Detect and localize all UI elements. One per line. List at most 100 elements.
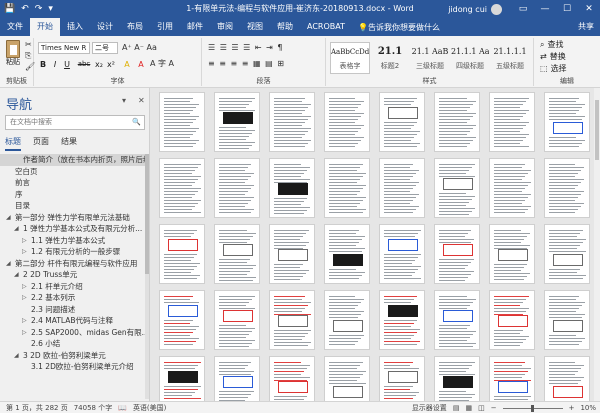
style-tile-table-text[interactable]: AaBbCcDdI 表格字: [330, 42, 370, 74]
expanded-triangle-icon[interactable]: ◢: [6, 258, 11, 270]
outline-item[interactable]: ◢ 2 2D Truss单元: [0, 269, 146, 281]
paste-button[interactable]: 粘贴: [3, 40, 23, 67]
collapsed-triangle-icon[interactable]: ▷: [22, 315, 27, 327]
style-tile-heading4[interactable]: 21.1.1 Aa 四级标题: [450, 42, 490, 74]
expanded-triangle-icon[interactable]: ◢: [14, 269, 19, 281]
nav-tab-results[interactable]: 结果: [61, 137, 77, 151]
document-area[interactable]: [151, 88, 600, 401]
page-thumbnail[interactable]: [544, 92, 590, 152]
page-thumbnail[interactable]: [214, 224, 260, 284]
page-thumbnail[interactable]: [434, 290, 480, 350]
avatar[interactable]: [491, 3, 502, 15]
page-count[interactable]: 第 1 页，共 282 页: [6, 403, 68, 413]
highlight-button[interactable]: A: [122, 59, 132, 70]
ribbon-display-options-icon[interactable]: ▭: [512, 0, 534, 18]
outline-item[interactable]: ▷ 2.4 MATLAB代码与注释: [0, 315, 146, 327]
page-thumbnail[interactable]: [489, 224, 535, 284]
outline-item[interactable]: ▷ 2.5 SAP2000、midas Gen有限...: [0, 327, 146, 339]
font-name-select[interactable]: Times New R: [38, 42, 90, 54]
page-thumbnail[interactable]: [379, 290, 425, 350]
underline-button[interactable]: U: [62, 59, 72, 70]
tab-acrobat[interactable]: ACROBAT: [300, 18, 352, 36]
italic-button[interactable]: I: [50, 59, 60, 70]
outline-item[interactable]: ▷ 2.1 杆单元介绍: [0, 281, 146, 293]
zoom-slider-knob[interactable]: [530, 404, 534, 412]
page-thumbnail[interactable]: [214, 92, 260, 152]
tab-layout[interactable]: 布局: [120, 18, 150, 36]
outline-item[interactable]: ▷ 2.2 基本列示: [0, 292, 146, 304]
page-thumbnail[interactable]: [159, 158, 205, 218]
cut-icon[interactable]: ✂: [25, 40, 32, 50]
tab-review[interactable]: 审阅: [210, 18, 240, 36]
search-icon[interactable]: 🔍: [132, 116, 141, 129]
bold-button[interactable]: B: [38, 59, 48, 70]
user-name[interactable]: jidong cui: [448, 5, 487, 14]
expanded-triangle-icon[interactable]: ◢: [6, 212, 11, 224]
page-thumbnail[interactable]: [434, 92, 480, 152]
style-tile-heading5[interactable]: 21.1.1.1 五级标题: [490, 42, 530, 74]
minimize-button[interactable]: —: [534, 0, 556, 18]
page-thumbnail[interactable]: [269, 92, 315, 152]
nav-tab-headings[interactable]: 标题: [5, 137, 21, 151]
undo-icon[interactable]: ↶: [21, 0, 29, 18]
replace-button[interactable]: ⇄ 替换: [534, 51, 600, 63]
page-thumbnail[interactable]: [324, 290, 370, 350]
page-thumbnail[interactable]: [214, 356, 260, 401]
superscript-button[interactable]: x²: [106, 59, 116, 70]
page-thumbnail[interactable]: [489, 290, 535, 350]
read-mode-icon[interactable]: ▤: [453, 404, 460, 412]
outline-item[interactable]: ◢ 3 2D 欧拉-伯努利梁单元: [0, 350, 146, 362]
expanded-triangle-icon[interactable]: ◢: [14, 350, 19, 362]
maximize-button[interactable]: ☐: [556, 0, 578, 18]
page-thumbnail[interactable]: [434, 158, 480, 218]
page-thumbnail[interactable]: [324, 158, 370, 218]
page-thumbnail[interactable]: [379, 92, 425, 152]
collapsed-triangle-icon[interactable]: ▷: [22, 235, 27, 247]
outline-item[interactable]: ▷ 1.1 弹性力学基本公式: [0, 235, 146, 247]
word-count[interactable]: 74058 个字: [74, 403, 113, 413]
customize-toolbar-icon[interactable]: ▾: [48, 0, 53, 18]
page-thumbnail[interactable]: [269, 290, 315, 350]
page-thumbnail[interactable]: [324, 92, 370, 152]
web-layout-icon[interactable]: ◫: [478, 404, 485, 412]
document-scrollbar[interactable]: [594, 88, 600, 401]
outline-item[interactable]: ◢ 1 弹性力学基本公式及有限元分析...: [0, 223, 146, 235]
collapsed-triangle-icon[interactable]: ▷: [22, 246, 27, 258]
page-thumbnail[interactable]: [159, 356, 205, 401]
page-thumbnail[interactable]: [159, 224, 205, 284]
outline-item[interactable]: 作者简介（放在书本内折页，照片后续...: [0, 154, 146, 166]
outline-item[interactable]: 2.3 问题描述: [0, 304, 146, 316]
tab-file[interactable]: 文件: [0, 18, 30, 36]
page-thumbnail[interactable]: [434, 356, 480, 401]
page-thumbnail[interactable]: [214, 290, 260, 350]
outline-item[interactable]: 序: [0, 189, 146, 201]
page-thumbnail[interactable]: [434, 224, 480, 284]
page-thumbnail[interactable]: [214, 158, 260, 218]
tab-insert[interactable]: 插入: [60, 18, 90, 36]
style-tile-heading3[interactable]: 21.1 AaB 三级标题: [410, 42, 450, 74]
redo-icon[interactable]: ↷: [35, 0, 43, 18]
page-thumbnail[interactable]: [489, 92, 535, 152]
page-thumbnail[interactable]: [379, 356, 425, 401]
zoom-slider[interactable]: [502, 404, 563, 412]
tab-view[interactable]: 视图: [240, 18, 270, 36]
alignment-buttons[interactable]: ≡ ≡ ≡ ≡ ▦ ▤ ⊞: [208, 59, 285, 69]
page-thumbnail[interactable]: [379, 158, 425, 218]
proofing-icon[interactable]: 📖: [118, 404, 127, 412]
subscript-button[interactable]: x₂: [94, 59, 104, 70]
share-button[interactable]: 共享: [578, 18, 594, 36]
font-size-buttons[interactable]: A⁺ A⁻ Aa: [122, 43, 157, 53]
page-thumbnail[interactable]: [269, 356, 315, 401]
page-thumbnail[interactable]: [544, 356, 590, 401]
nav-search-input[interactable]: 在文档中搜索 🔍: [5, 115, 145, 130]
tab-home[interactable]: 开始: [30, 18, 60, 36]
save-icon[interactable]: 💾: [4, 0, 15, 18]
nav-options-icon[interactable]: ▾: [122, 96, 126, 105]
tab-references[interactable]: 引用: [150, 18, 180, 36]
strikethrough-button[interactable]: abc: [76, 59, 92, 70]
collapsed-triangle-icon[interactable]: ▷: [22, 292, 27, 304]
page-thumbnail[interactable]: [269, 158, 315, 218]
nav-scroll-thumb[interactable]: [145, 154, 149, 274]
outline-item[interactable]: ◢ 第一部分 弹性力学有限单元法基础: [0, 212, 146, 224]
collapsed-triangle-icon[interactable]: ▷: [22, 281, 27, 293]
